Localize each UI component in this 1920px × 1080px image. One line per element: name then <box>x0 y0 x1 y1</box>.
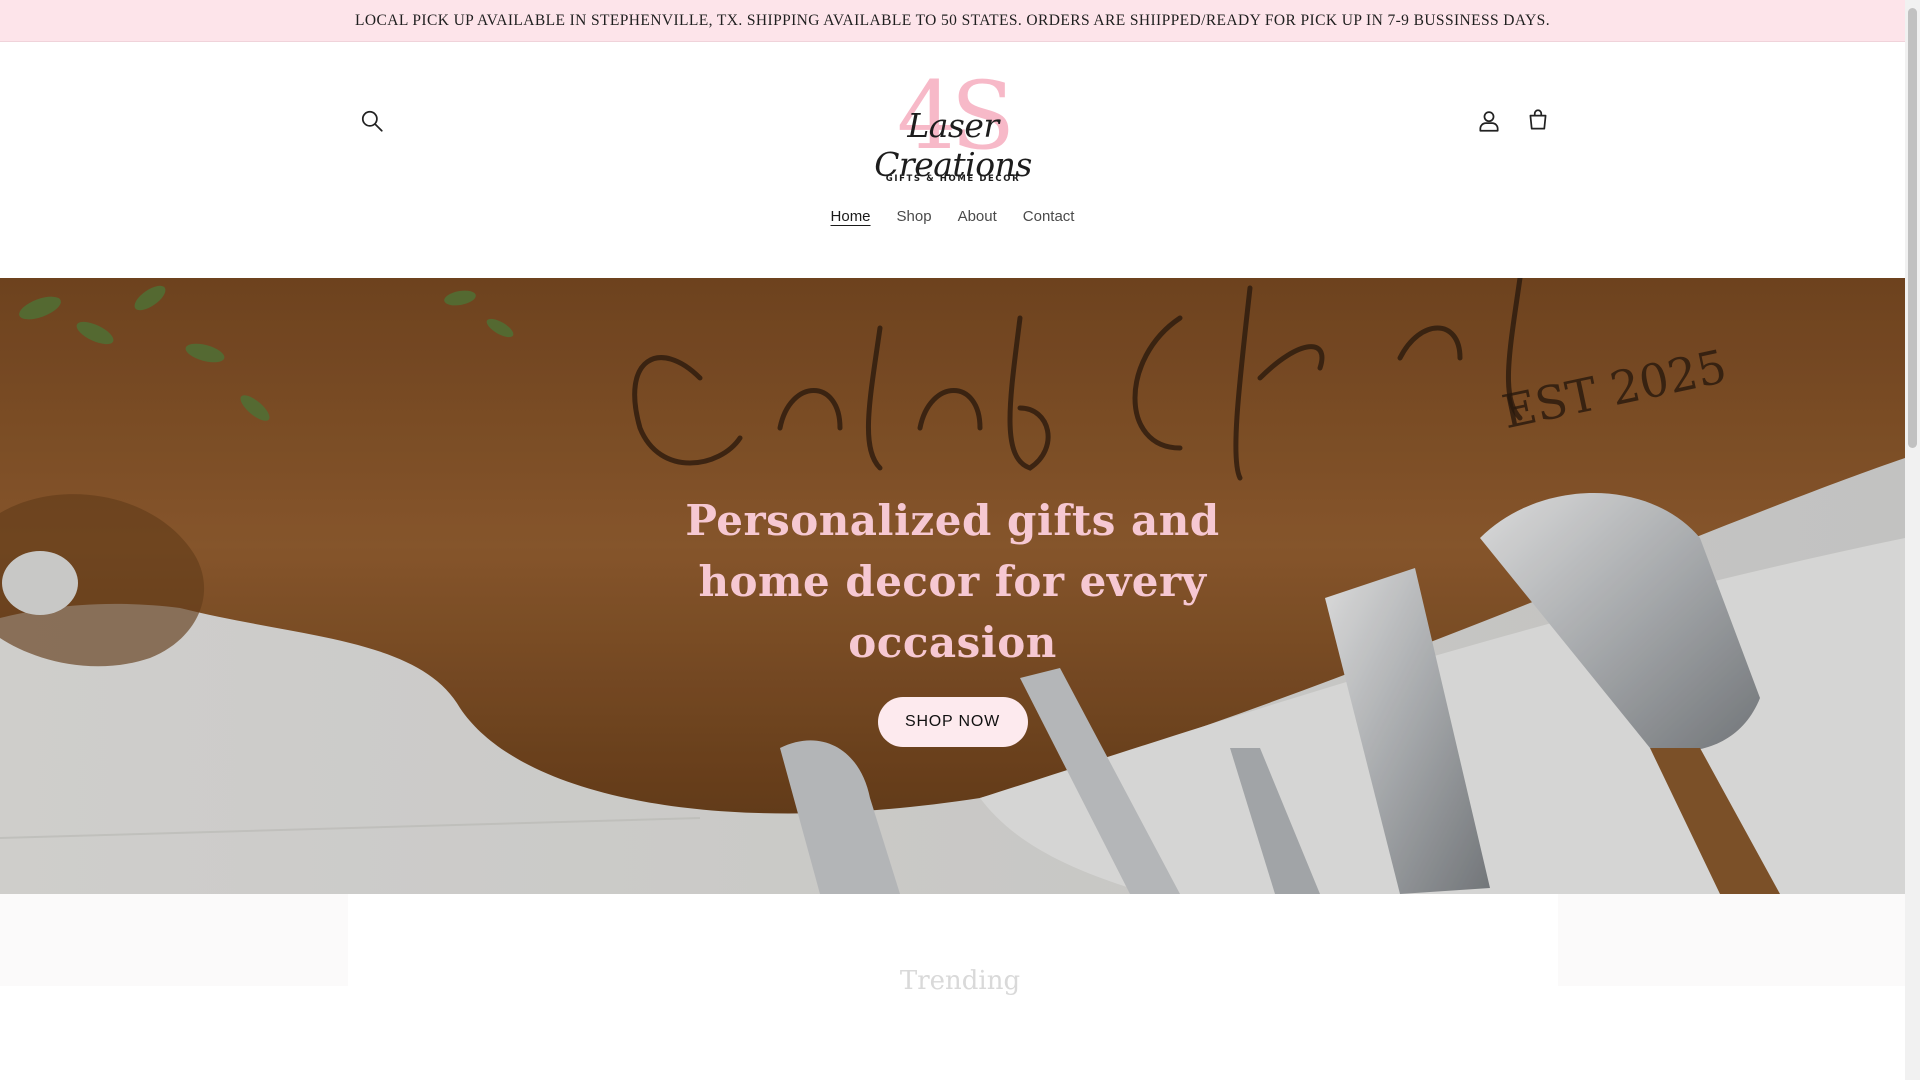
site-header: 4S Laser Creations GIFTS & HOME DECOR Ho… <box>0 42 1905 258</box>
search-button[interactable] <box>350 99 394 143</box>
announcement-bar: LOCAL PICK UP AVAILABLE IN STEPHENVILLE,… <box>0 0 1905 42</box>
announcement-text: LOCAL PICK UP AVAILABLE IN STEPHENVILLE,… <box>355 11 1550 29</box>
store-logo[interactable]: 4S Laser Creations GIFTS & HOME DECOR <box>863 66 1043 194</box>
scrollbar-thumb[interactable] <box>1908 8 1917 448</box>
hero-content: Personalized gifts and home decor for ev… <box>0 490 1905 747</box>
main-nav: Home Shop About Contact <box>0 202 1905 234</box>
account-button[interactable] <box>1467 99 1511 143</box>
nav-home[interactable]: Home <box>818 202 884 234</box>
nav-contact[interactable]: Contact <box>1010 202 1088 234</box>
search-icon <box>361 110 383 132</box>
hero-banner: EST 2025 Personalized gifts and home dec… <box>0 278 1905 894</box>
logo-mark: 4S Laser Creations <box>868 70 1038 185</box>
nav-shop[interactable]: Shop <box>884 202 945 234</box>
logo-script: Laser Creations <box>874 106 1032 184</box>
shop-now-button[interactable]: SHOP NOW <box>877 697 1028 747</box>
nav-about[interactable]: About <box>945 202 1010 234</box>
account-icon <box>1479 111 1499 132</box>
cart-button[interactable] <box>1516 98 1560 142</box>
hero-heading: Personalized gifts and home decor for ev… <box>685 496 1220 667</box>
trending-title: Trending <box>899 966 1021 996</box>
cart-icon <box>1529 109 1547 130</box>
